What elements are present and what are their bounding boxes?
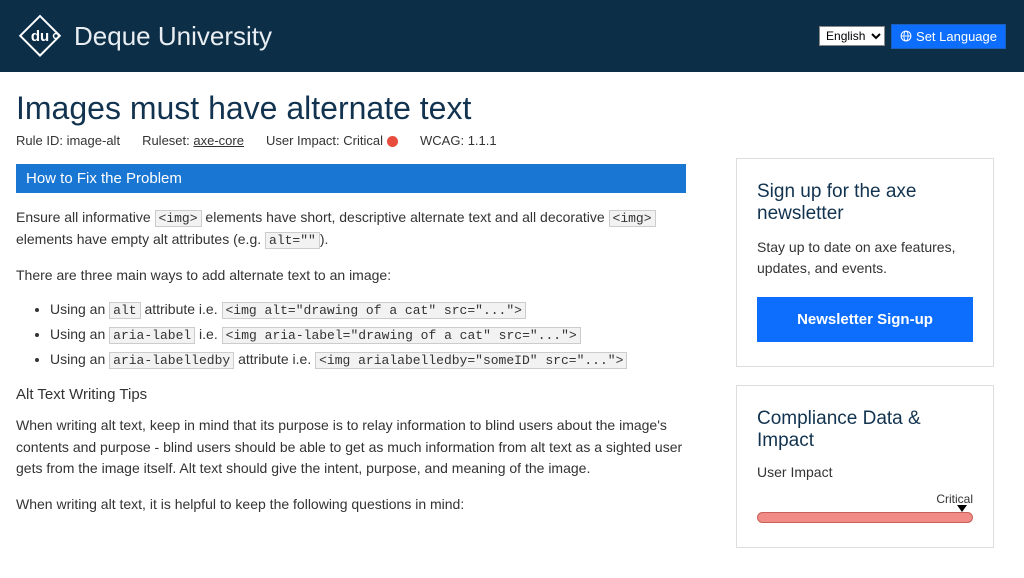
ruleset-link[interactable]: axe-core <box>193 133 244 148</box>
impact-bar <box>757 512 973 523</box>
user-impact: User Impact: Critical <box>266 133 398 148</box>
list-item: Using an aria-labelledby attribute i.e. … <box>50 351 686 368</box>
compliance-card: Compliance Data & Impact User Impact Cri… <box>736 385 994 548</box>
set-language-label: Set Language <box>916 29 997 44</box>
language-select[interactable]: English <box>819 26 885 46</box>
brand[interactable]: du Deque University <box>18 14 272 58</box>
rule-meta: Rule ID: image-alt Ruleset: axe-core Use… <box>16 133 686 148</box>
tips-paragraph-1: When writing alt text, keep in mind that… <box>16 415 686 480</box>
list-item: Using an aria-label i.e. <img aria-label… <box>50 326 686 343</box>
impact-dot-icon <box>387 136 398 147</box>
main-content: Images must have alternate text Rule ID:… <box>16 90 686 530</box>
impact-meter: Critical <box>757 494 973 523</box>
section-header-fix: How to Fix the Problem <box>16 164 686 193</box>
caret-down-icon <box>957 505 967 512</box>
intro-paragraph-1: Ensure all informative <img> elements ha… <box>16 207 686 251</box>
code-alt-empty: alt="" <box>265 232 320 249</box>
ways-list: Using an alt attribute i.e. <img alt="dr… <box>50 301 686 368</box>
sidebar: Sign up for the axe newsletter Stay up t… <box>736 158 994 548</box>
code-img: <img> <box>155 210 202 227</box>
compliance-heading: Compliance Data & Impact <box>757 408 973 452</box>
impact-tick-label: Critical <box>936 492 973 506</box>
tips-heading: Alt Text Writing Tips <box>16 386 686 403</box>
globe-icon <box>900 30 912 42</box>
tips-paragraph-2: When writing alt text, it is helpful to … <box>16 494 686 516</box>
intro-paragraph-2: There are three main ways to add alterna… <box>16 265 686 287</box>
newsletter-card: Sign up for the axe newsletter Stay up t… <box>736 158 994 367</box>
list-item: Using an alt attribute i.e. <img alt="dr… <box>50 301 686 318</box>
newsletter-signup-button[interactable]: Newsletter Sign-up <box>757 297 973 342</box>
ruleset: Ruleset: axe-core <box>142 133 244 148</box>
svg-text:du: du <box>31 28 49 45</box>
page-title: Images must have alternate text <box>16 90 686 127</box>
top-bar: du Deque University English Set Language <box>0 0 1024 72</box>
impact-label: User Impact <box>757 464 973 480</box>
deque-logo-icon: du <box>18 14 62 58</box>
language-controls: English Set Language <box>819 24 1006 49</box>
newsletter-heading: Sign up for the axe newsletter <box>757 181 973 225</box>
rule-id: Rule ID: image-alt <box>16 133 120 148</box>
set-language-button[interactable]: Set Language <box>891 24 1006 49</box>
wcag: WCAG: 1.1.1 <box>420 133 497 148</box>
code-img: <img> <box>609 210 656 227</box>
newsletter-body: Stay up to date on axe features, updates… <box>757 237 973 279</box>
brand-text: Deque University <box>74 21 272 52</box>
